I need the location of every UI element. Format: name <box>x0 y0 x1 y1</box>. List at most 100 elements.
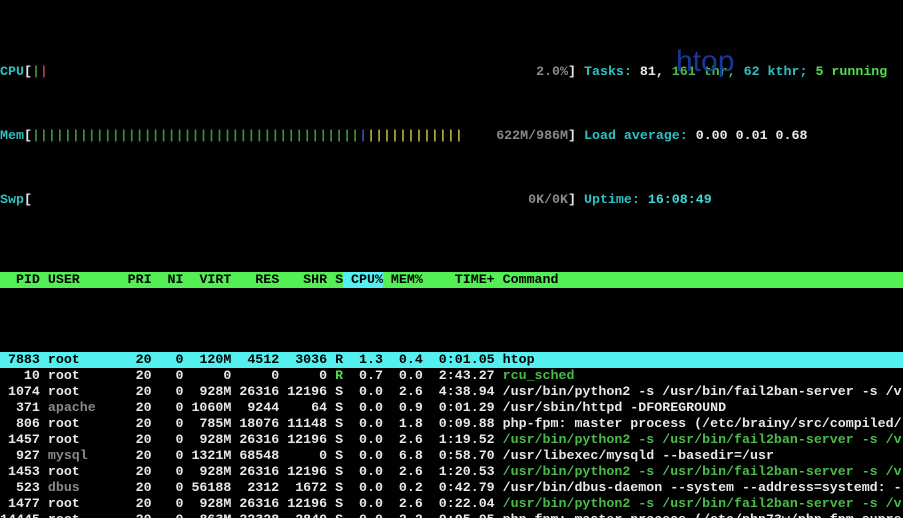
cell-pid: 10 <box>0 368 40 384</box>
cell-pid: 806 <box>0 416 40 432</box>
red-tick-segment: | <box>40 64 48 79</box>
column-header-virt[interactable]: VIRT <box>183 272 231 288</box>
cell-time: 0:09.88 <box>423 416 495 432</box>
process-row[interactable]: 7883root200120M45123036R1.30.40:01.05hto… <box>0 352 903 368</box>
cpu-line: CPU[||2.0%] Tasks: 81, 161 thr, 62 kthr;… <box>0 64 903 80</box>
column-header-user[interactable]: USER <box>40 272 120 288</box>
cell-mem: 2.6 <box>383 384 423 400</box>
cell-cpu: 0.0 <box>343 416 383 432</box>
column-header-cpu[interactable]: CPU% <box>343 272 383 288</box>
cell-time: 0:01.29 <box>423 400 495 416</box>
process-row[interactable]: 10root200000R0.70.02:43.27rcu_sched <box>0 368 903 384</box>
cell-res: 26316 <box>231 432 279 448</box>
process-row[interactable]: 1453root200928M2631612196S0.02.61:20.53/… <box>0 464 903 480</box>
process-row[interactable]: 523dbus2005618823121672S0.00.20:42.79/us… <box>0 480 903 496</box>
cell-time: 1:20.53 <box>423 464 495 480</box>
cell-user: mysql <box>40 448 120 464</box>
cell-pid: 1074 <box>0 384 40 400</box>
cell-mem: 0.4 <box>383 352 423 368</box>
column-header-mem[interactable]: MEM% <box>383 272 423 288</box>
column-header-res[interactable]: RES <box>231 272 279 288</box>
cell-s: S <box>327 384 343 400</box>
cell-shr: 12196 <box>279 496 327 512</box>
cell-mem: 0.2 <box>383 480 423 496</box>
swp-meter-label: Swp <box>0 192 24 207</box>
cell-pri: 20 <box>120 384 152 400</box>
process-row[interactable]: 806root200785M1807611148S0.01.80:09.88ph… <box>0 416 903 432</box>
cell-user: root <box>40 384 120 400</box>
cell-cpu: 0.0 <box>343 432 383 448</box>
cell-shr: 2840 <box>279 512 327 518</box>
cell-s: S <box>327 512 343 518</box>
load-average: Load average: 0.00 0.01 0.68 <box>576 128 903 144</box>
cell-mem: 2.6 <box>383 432 423 448</box>
process-row[interactable]: 1457root200928M2631612196S0.02.61:19.52/… <box>0 432 903 448</box>
cell-shr: 3036 <box>279 352 327 368</box>
process-row[interactable]: 1477root200928M2631612196S0.02.60:22.04/… <box>0 496 903 512</box>
cell-cpu: 0.7 <box>343 368 383 384</box>
mem-meter-ticks: ||||||||||||||||||||||||||||||||||||||||… <box>32 128 463 143</box>
column-header-cmd[interactable]: Command <box>495 272 903 288</box>
cell-res: 68548 <box>231 448 279 464</box>
column-header-ni[interactable]: NI <box>152 272 184 288</box>
column-header-time[interactable]: TIME+ <box>423 272 495 288</box>
cell-user: root <box>40 368 120 384</box>
cell-pri: 20 <box>120 480 152 496</box>
cell-pri: 20 <box>120 352 152 368</box>
mem-meter-label: Mem <box>0 128 24 143</box>
cell-virt: 120M <box>183 352 231 368</box>
cell-s: S <box>327 400 343 416</box>
cell-pid: 371 <box>0 400 40 416</box>
cell-res: 26316 <box>231 464 279 480</box>
swp-meter-open-bracket: [ <box>24 192 32 207</box>
cell-time: 2:43.27 <box>423 368 495 384</box>
process-row[interactable]: 371apache2001060M924464S0.00.90:01.29/us… <box>0 400 903 416</box>
cell-pri: 20 <box>120 512 152 518</box>
cell-shr: 12196 <box>279 384 327 400</box>
process-row[interactable]: 14445root200863M223282840S0.02.20:05.05p… <box>0 512 903 518</box>
cell-mem: 2.6 <box>383 464 423 480</box>
cell-cmd: /usr/libexec/mysqld --basedir=/usr <box>495 448 903 464</box>
info-segment: 62 kthr; <box>744 64 816 79</box>
cell-cmd: rcu_sched <box>495 368 903 384</box>
column-header-shr[interactable]: SHR <box>279 272 327 288</box>
cell-cmd: php-fpm: master process (/etc/brainy/src… <box>495 416 903 432</box>
cell-ni: 0 <box>152 432 184 448</box>
cell-cpu: 1.3 <box>343 352 383 368</box>
mem-meter-close-bracket: ] <box>568 128 576 143</box>
cell-ni: 0 <box>152 448 184 464</box>
swp-meter: Swp[0K/0K] <box>0 192 576 208</box>
cell-pri: 20 <box>120 496 152 512</box>
cell-pid: 1477 <box>0 496 40 512</box>
column-header-pri[interactable]: PRI <box>120 272 152 288</box>
cell-s: S <box>327 432 343 448</box>
cell-pid: 927 <box>0 448 40 464</box>
info-segment: 16:08:49 <box>648 192 712 207</box>
cell-ni: 0 <box>152 464 184 480</box>
cell-cpu: 0.0 <box>343 464 383 480</box>
cell-virt: 56188 <box>183 480 231 496</box>
mem-line: Mem[||||||||||||||||||||||||||||||||||||… <box>0 128 903 144</box>
cell-shr: 0 <box>279 368 327 384</box>
cell-cmd: /usr/bin/dbus-daemon --system --address=… <box>495 480 903 496</box>
yellow-tick-segment: |||||||||||| <box>367 128 463 143</box>
htop-watermark: htop <box>676 46 734 78</box>
column-header-pid[interactable]: PID <box>0 272 40 288</box>
cell-cpu: 0.0 <box>343 512 383 518</box>
cell-cmd: /usr/bin/python2 -s /usr/bin/fail2ban-se… <box>495 496 903 512</box>
cell-cmd: /usr/bin/python2 -s /usr/bin/fail2ban-se… <box>495 464 903 480</box>
info-segment: Tasks: <box>584 64 640 79</box>
cell-time: 4:38.94 <box>423 384 495 400</box>
process-row[interactable]: 927mysql2001321M685480S0.06.80:58.70/usr… <box>0 448 903 464</box>
cell-ni: 0 <box>152 384 184 400</box>
cell-time: 0:42.79 <box>423 480 495 496</box>
mem-meter-value: 622M/986M <box>496 128 568 143</box>
cell-cpu: 0.0 <box>343 384 383 400</box>
cell-user: root <box>40 432 120 448</box>
cell-pri: 20 <box>120 448 152 464</box>
process-row[interactable]: 1074root200928M2631612196S0.02.64:38.94/… <box>0 384 903 400</box>
cell-virt: 1321M <box>183 448 231 464</box>
swp-line: Swp[0K/0K] Uptime: 16:08:49 <box>0 192 903 208</box>
column-header-s[interactable]: S <box>327 272 343 288</box>
cell-cmd: /usr/sbin/httpd -DFOREGROUND <box>495 400 903 416</box>
